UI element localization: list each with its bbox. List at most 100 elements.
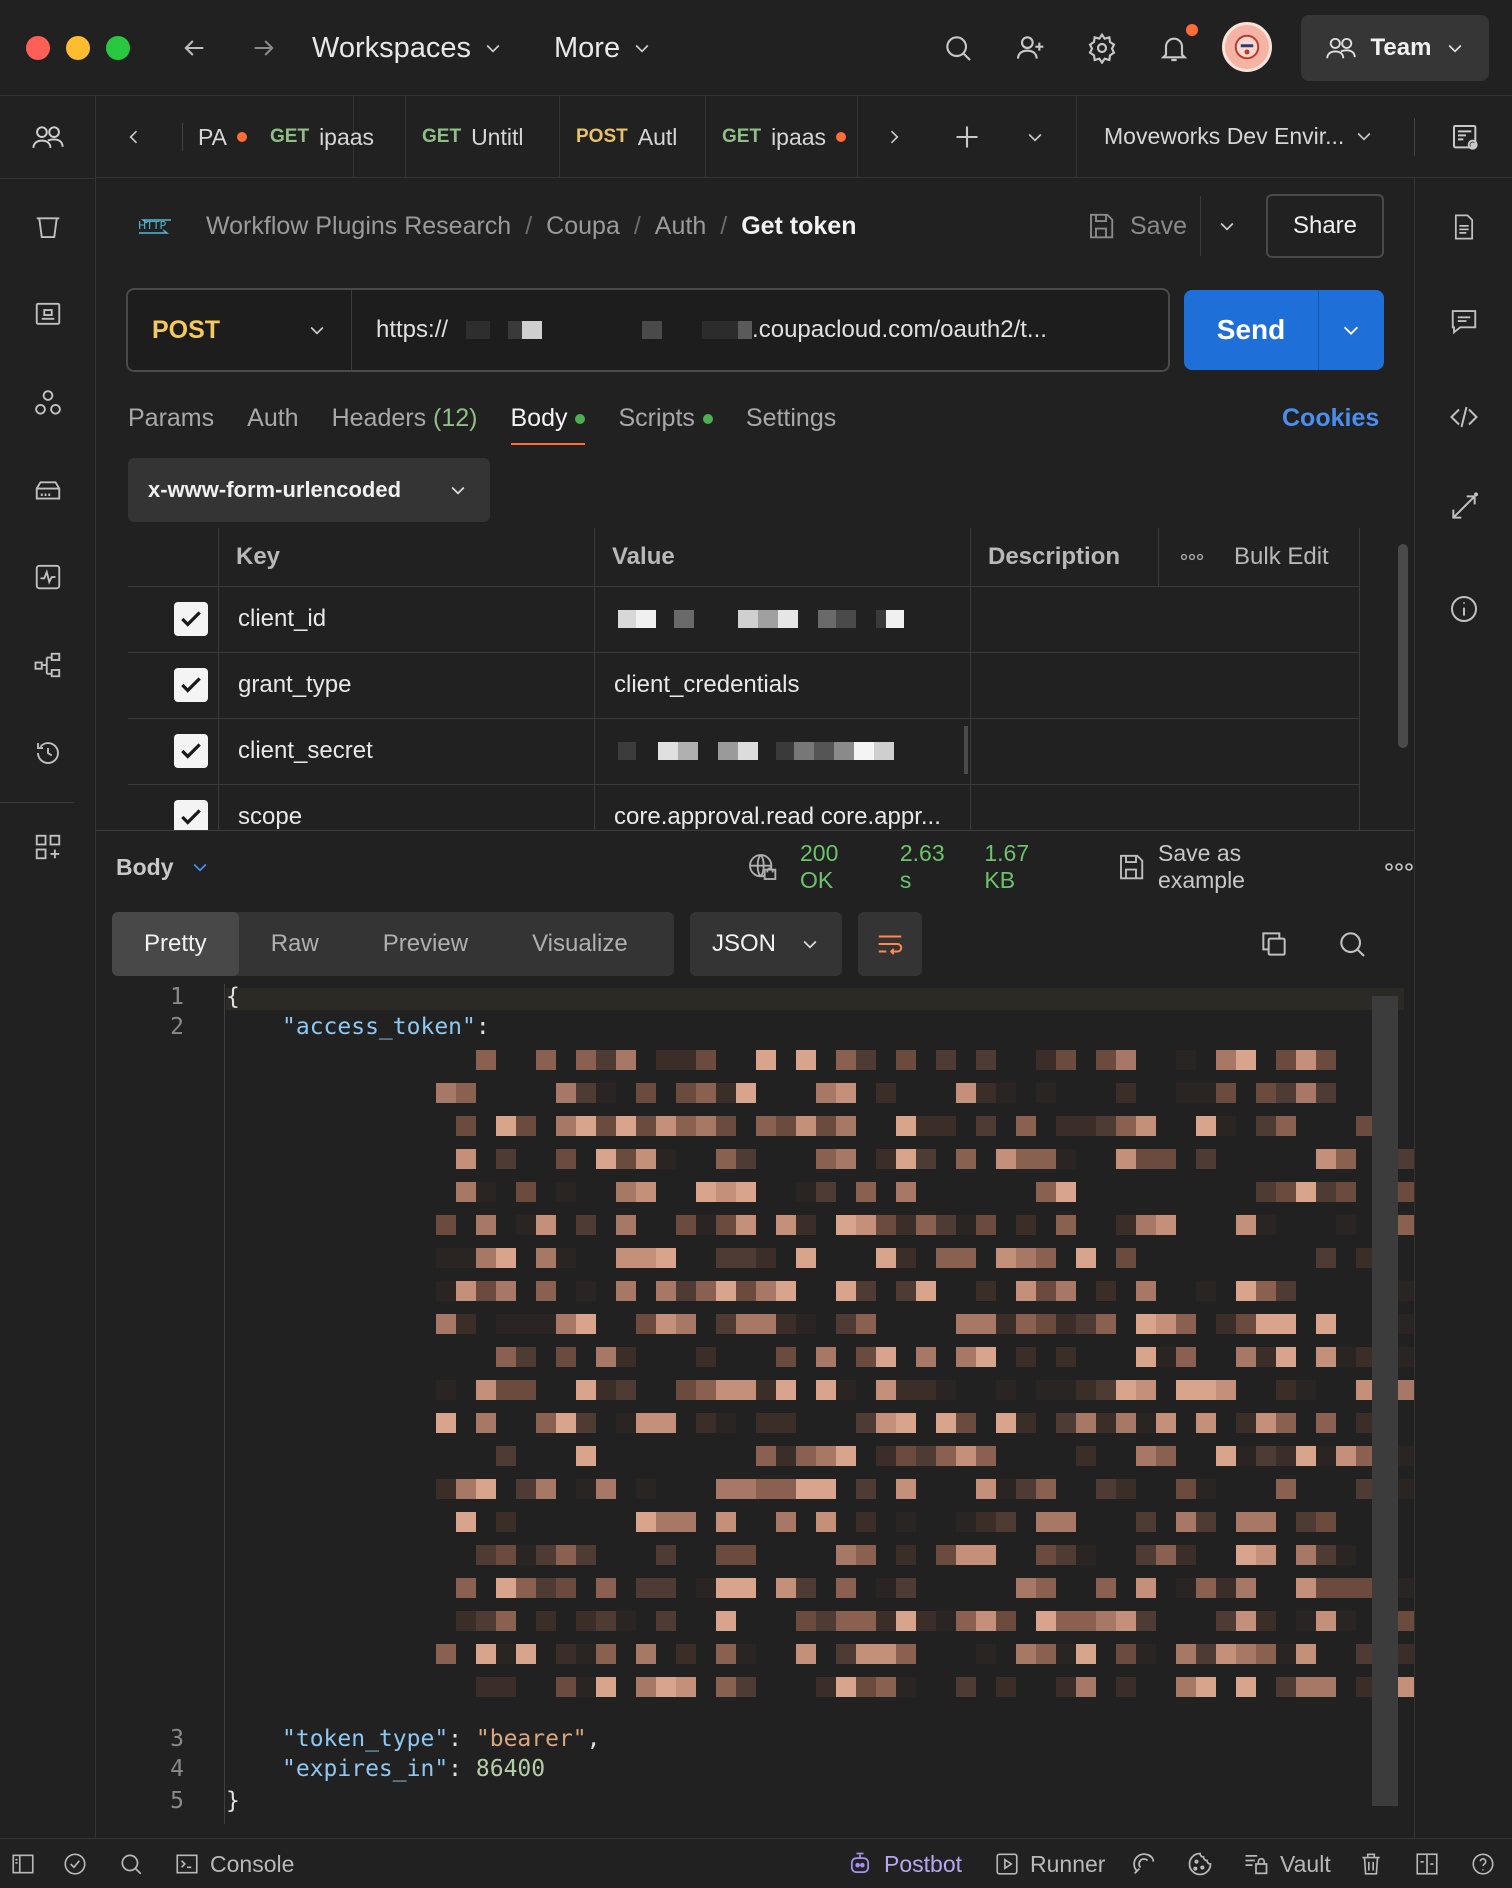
tab-raw[interactable]: Raw [239,912,351,976]
tab-pretty[interactable]: Pretty [112,912,239,976]
info-button[interactable] [1415,584,1512,634]
sidebar-item-collections[interactable] [0,202,96,252]
sidebar-item-environments[interactable] [0,290,96,340]
param-key[interactable]: client_id [238,586,326,652]
breadcrumb-item[interactable]: Workflow Plugins Research [206,212,511,241]
bulk-edit-button[interactable]: Bulk Edit [1234,528,1329,586]
row-checkbox[interactable] [174,668,208,702]
vault-button[interactable]: Vault [1242,1839,1331,1888]
scroll-tabs-left-icon[interactable] [118,120,150,154]
sidebar-item-monitors[interactable] [0,552,96,602]
status-code[interactable]: 200 OK [800,840,878,894]
param-key[interactable]: scope [238,784,302,830]
param-value-redacted[interactable] [618,586,904,652]
documentation-button[interactable] [1415,202,1512,252]
breadcrumb-item[interactable]: Coupa [546,212,620,241]
share-button[interactable]: Share [1266,194,1384,258]
param-value[interactable]: client_credentials [614,652,799,718]
sidebar-item-apis[interactable] [0,378,96,428]
new-tab-plus-icon[interactable] [948,118,986,156]
sidebar-item-mock-servers[interactable] [0,466,96,516]
response-body-editor[interactable]: 1 { 2 "access_token": 3 "token_type": "b… [96,984,1414,1824]
scroll-tabs-right-icon[interactable] [878,120,910,154]
network-globe-icon[interactable] [746,851,778,883]
tab-auth[interactable]: Auth [247,404,298,433]
tab-params[interactable]: Params [128,404,214,433]
minimize-window-button[interactable] [66,36,90,60]
param-key[interactable]: grant_type [238,652,351,718]
send-options-chevron-down-icon[interactable] [1319,319,1383,341]
request-tab[interactable]: POST Autl [564,96,706,178]
more-options-icon[interactable] [1180,528,1204,586]
team-button[interactable]: Team [1301,15,1489,81]
capture-requests-button[interactable] [1130,1839,1158,1888]
response-body-toggle[interactable]: Body [116,851,210,883]
sidebar-item-team[interactable] [0,112,96,162]
tab-visualize[interactable]: Visualize [500,912,660,976]
send-button[interactable]: Send [1184,290,1384,370]
forward-arrow-icon[interactable] [246,30,282,66]
sidebar-item-configure[interactable] [0,822,96,872]
row-checkbox[interactable] [174,602,208,636]
editor-scrollbar[interactable] [1372,996,1398,1806]
workspaces-menu[interactable]: Workspaces [312,28,503,68]
invite-user-icon[interactable] [1010,28,1050,68]
tab-body[interactable]: Body [510,404,586,445]
related-collections-button[interactable] [1415,482,1512,532]
find-button[interactable] [118,1839,144,1888]
word-wrap-button[interactable] [858,912,922,976]
param-value[interactable]: core.approval.read core.appr... [614,784,966,830]
param-value-redacted[interactable] [618,718,894,784]
format-select[interactable]: JSON [690,912,842,976]
title-bar: Workspaces More Team [0,0,1512,96]
request-tab[interactable]: GET Untitl [410,96,560,178]
environment-selector[interactable]: Moveworks Dev Envir... [1104,116,1384,156]
sidebar-item-flows[interactable] [0,640,96,690]
two-pane-view-button[interactable] [1414,1839,1440,1888]
cookies-button[interactable] [1186,1839,1214,1888]
sidebar-item-history[interactable] [0,728,96,778]
request-tab[interactable]: GET ipaas [710,96,858,178]
avatar[interactable] [1222,22,1272,72]
more-menu[interactable]: More [554,28,652,68]
help-button[interactable] [1470,1839,1496,1888]
save-button[interactable]: Save [1086,206,1187,246]
row-checkbox[interactable] [174,800,208,830]
postbot-button[interactable]: Postbot [846,1839,962,1888]
save-as-example-button[interactable]: Save as example [1116,840,1334,894]
online-status-button[interactable] [62,1839,88,1888]
environment-quick-look-icon[interactable] [1446,118,1486,158]
gear-icon[interactable] [1082,28,1122,68]
toggle-sidebar-button[interactable] [10,1839,36,1888]
cookies-link[interactable]: Cookies [1282,398,1379,438]
copy-icon[interactable] [1254,924,1294,964]
tab-headers[interactable]: Headers (12) [332,404,478,433]
tab-list-chevron-down-icon[interactable] [1018,120,1052,154]
breadcrumb-item[interactable]: Auth [655,212,706,241]
response-size[interactable]: 1.67 KB [984,840,1066,894]
request-name[interactable]: Get token [741,212,856,241]
search-icon[interactable] [938,28,978,68]
search-icon[interactable] [1332,924,1372,964]
save-options-chevron-down-icon[interactable] [1210,208,1244,244]
maximize-window-button[interactable] [106,36,130,60]
param-key[interactable]: client_secret [238,718,373,784]
method-select[interactable]: POST [128,290,352,370]
close-window-button[interactable] [26,36,50,60]
row-checkbox[interactable] [174,734,208,768]
console-button[interactable]: Console [174,1839,294,1888]
response-time[interactable]: 2.63 s [900,840,963,894]
trash-button[interactable] [1358,1839,1384,1888]
tab-preview[interactable]: Preview [351,912,500,976]
tab-settings[interactable]: Settings [746,404,836,433]
more-options-icon[interactable] [1384,862,1414,872]
runner-button[interactable]: Runner [994,1839,1105,1888]
body-type-select[interactable]: x-www-form-urlencoded [128,458,490,522]
comments-button[interactable] [1415,296,1512,346]
params-scrollbar[interactable] [1398,544,1408,748]
url-input[interactable]: https:// .coupacloud.com/oauth2/t... [376,312,1047,348]
request-tab[interactable]: GET ipaas [258,96,406,178]
code-snippet-button[interactable] [1415,392,1512,442]
back-arrow-icon[interactable] [176,30,212,66]
tab-scripts[interactable]: Scripts [618,404,713,433]
